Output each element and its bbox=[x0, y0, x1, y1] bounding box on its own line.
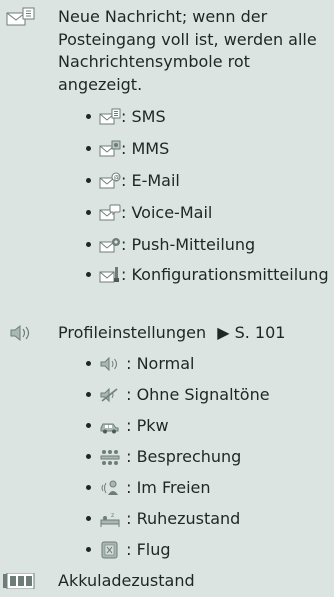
new-message-icon bbox=[5, 7, 35, 27]
bullet bbox=[86, 547, 91, 552]
battery-entry: Akkuladezustand bbox=[0, 570, 334, 594]
list-item-sleep: z : Ruhezustand bbox=[86, 508, 334, 530]
new-message-entry: Neue Nachricht; wenn der Posteingang vol… bbox=[0, 6, 334, 106]
page-reference: ▶ S. 101 bbox=[217, 323, 286, 342]
bullet bbox=[86, 178, 91, 183]
car-icon bbox=[99, 417, 121, 435]
list-item-label: : Pkw bbox=[121, 416, 169, 435]
bullet bbox=[86, 272, 91, 277]
battery-label: Akkuladezustand bbox=[58, 571, 195, 590]
list-item-silent: : Ohne Signaltöne bbox=[86, 384, 334, 406]
list-item-label: : Ohne Signaltöne bbox=[121, 385, 270, 404]
list-item-label: : Voice-Mail bbox=[121, 203, 213, 222]
bullet bbox=[86, 146, 91, 151]
mms-envelope-icon bbox=[99, 140, 121, 158]
list-item-label: : E-Mail bbox=[121, 171, 180, 190]
battery-icon bbox=[3, 572, 35, 593]
list-item-push: : Push-Mitteilung bbox=[86, 234, 334, 256]
bullet bbox=[86, 242, 91, 247]
bullet bbox=[86, 485, 91, 490]
profile-settings-entry: Profileinstellungen ▶ S. 101 bbox=[0, 322, 334, 346]
list-item-mms: : MMS bbox=[86, 138, 334, 160]
list-item-car: : Pkw bbox=[86, 415, 334, 437]
speaker-normal-icon bbox=[99, 355, 121, 373]
svg-text:z: z bbox=[111, 512, 114, 519]
list-item-label: : Ruhezustand bbox=[121, 509, 241, 528]
bullet bbox=[86, 210, 91, 215]
list-item-configuration: : Konfigurationsmitteilung bbox=[86, 265, 334, 309]
push-message-icon bbox=[99, 236, 121, 254]
list-item-sms: : SMS bbox=[86, 106, 334, 128]
list-item-voicemail: : Voice-Mail bbox=[86, 202, 334, 224]
bullet bbox=[86, 423, 91, 428]
list-item-label: : Konfigurationsmitteilung bbox=[121, 265, 329, 284]
list-item-meeting: : Besprechung bbox=[86, 446, 334, 468]
status-icon-reference: Neue Nachricht; wenn der Posteingang vol… bbox=[0, 0, 334, 597]
bullet bbox=[86, 516, 91, 521]
bullet bbox=[86, 114, 91, 119]
svg-text:@: @ bbox=[114, 174, 120, 181]
sms-envelope-icon bbox=[99, 108, 121, 126]
new-message-description: Neue Nachricht; wenn der Posteingang vol… bbox=[58, 7, 317, 94]
list-item-label: : Flug bbox=[121, 540, 171, 559]
list-item-normal: : Normal bbox=[86, 353, 334, 375]
bullet bbox=[86, 392, 91, 397]
list-item-outdoor: : Im Freien bbox=[86, 477, 334, 499]
bullet bbox=[86, 361, 91, 366]
speaker-muted-icon bbox=[99, 386, 121, 404]
list-item-flight: : Flug bbox=[86, 539, 334, 561]
list-item-label: : SMS bbox=[121, 107, 166, 126]
list-item-label: : MMS bbox=[121, 139, 170, 158]
email-envelope-icon: @ bbox=[99, 172, 121, 190]
profile-settings-label: Profileinstellungen bbox=[58, 323, 207, 342]
configuration-message-icon bbox=[99, 266, 121, 284]
meeting-icon bbox=[99, 448, 121, 466]
list-item-label: : Push-Mitteilung bbox=[121, 235, 256, 254]
sleep-icon: z bbox=[99, 510, 121, 528]
list-item-email: @ : E-Mail bbox=[86, 170, 334, 192]
voicemail-envelope-icon bbox=[99, 204, 121, 222]
list-item-label: : Im Freien bbox=[121, 478, 211, 497]
bullet bbox=[86, 454, 91, 459]
list-item-label: : Normal bbox=[121, 354, 195, 373]
airplane-mode-icon bbox=[99, 541, 121, 559]
speaker-icon bbox=[8, 323, 38, 343]
list-item-label: : Besprechung bbox=[121, 447, 242, 466]
outdoor-icon bbox=[99, 479, 121, 497]
